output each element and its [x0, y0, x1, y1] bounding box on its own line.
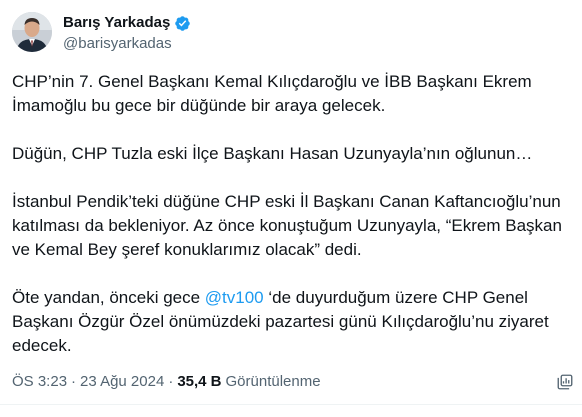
tweet-paragraph-1: CHP’nin 7. Genel Başkanı Kemal Kılıçdaro…	[12, 72, 532, 115]
meta-separator: ·	[168, 373, 174, 390]
tweet: Barış Yarkadaş @barisyarkadas CHP’nin 7.…	[0, 0, 582, 417]
analytics-icon[interactable]	[556, 373, 574, 391]
avatar[interactable]	[12, 12, 52, 52]
author-display-name[interactable]: Barış Yarkadaş	[63, 14, 170, 32]
tweet-text: CHP’nin 7. Genel Başkanı Kemal Kılıçdaro…	[12, 70, 572, 382]
tweet-paragraph-2: Düğün, CHP Tuzla eski İlçe Başkanı Hasan…	[12, 144, 533, 163]
author-name-row[interactable]: Barış Yarkadaş	[63, 14, 191, 32]
author-handle[interactable]: @barisyarkadas	[63, 35, 172, 53]
tweet-paragraph-3: İstanbul Pendik’teki düğüne CHP eski İl …	[12, 192, 562, 259]
views-count: 35,4 B	[177, 373, 222, 390]
tweet-paragraph-4: Öte yandan, önceki gece @tv100 ‘de duyur…	[12, 286, 572, 358]
tweet-date[interactable]: 23 Ağu 2024	[80, 372, 164, 392]
divider	[0, 404, 582, 405]
tweet-meta: ÖS 3:23 · 23 Ağu 2024 · 35,4 B Görüntüle…	[12, 372, 321, 392]
tweet-paragraph-4-start: Öte yandan, önceki gece	[12, 288, 205, 307]
mention-link[interactable]: @tv100	[205, 288, 264, 307]
meta-separator: ·	[71, 373, 77, 390]
verified-badge-icon	[175, 15, 191, 31]
views-label: Görüntülenme	[225, 373, 321, 390]
tweet-time[interactable]: ÖS 3:23	[12, 372, 67, 392]
